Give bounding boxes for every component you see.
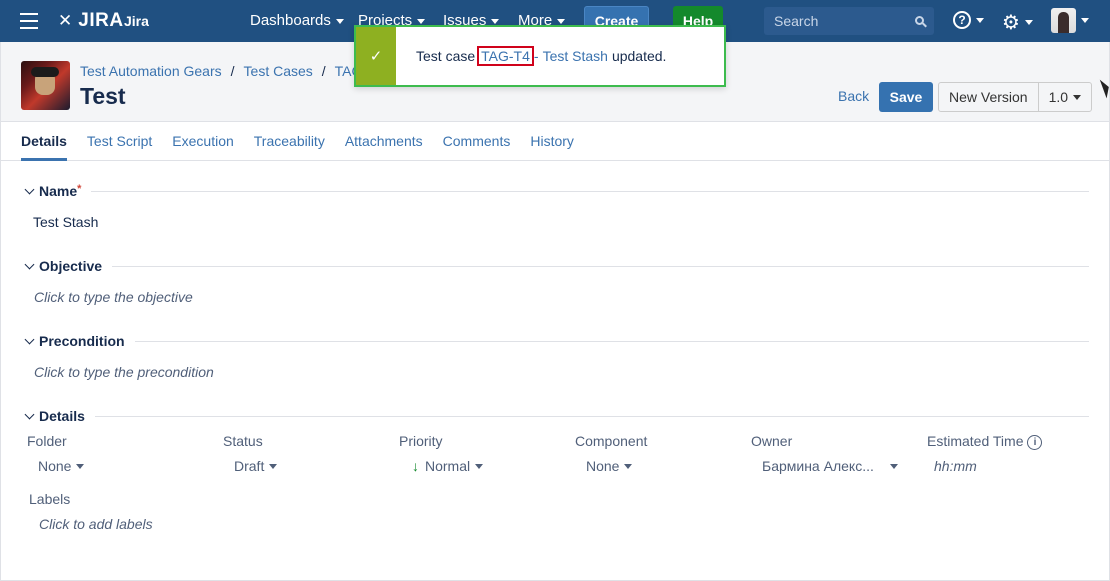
tab-traceability[interactable]: Traceability — [254, 122, 325, 161]
tab-test-script[interactable]: Test Script — [87, 122, 152, 161]
chevron-down-icon — [24, 409, 35, 419]
tab-attachments[interactable]: Attachments — [345, 122, 423, 161]
breadcrumb-project[interactable]: Test Automation Gears — [80, 63, 222, 79]
chevron-down-icon — [1081, 18, 1089, 23]
priority-dropdown[interactable]: ↓ Normal — [412, 458, 484, 474]
details-section-toggle[interactable]: Details — [24, 408, 1089, 424]
precondition-section-toggle[interactable]: Precondition — [24, 333, 1089, 349]
tab-comments[interactable]: Comments — [443, 122, 511, 161]
search-input[interactable]: Search — [764, 7, 934, 35]
tab-bar: Details Test Script Execution Traceabili… — [0, 122, 1110, 161]
success-flag: ✓ Test case TAG-T4 - Test Stash updated. — [354, 25, 726, 87]
status-label: Status — [223, 433, 263, 449]
breadcrumb-separator: / — [230, 63, 235, 79]
app-switcher-icon[interactable] — [20, 13, 38, 29]
search-icon — [915, 16, 924, 25]
chevron-down-icon — [24, 184, 35, 194]
chevron-down-icon — [76, 463, 85, 469]
labels-field[interactable]: Click to add labels — [39, 516, 153, 532]
user-profile-menu[interactable] — [1051, 8, 1089, 33]
help-icon: ? — [953, 11, 971, 29]
chevron-down-icon — [624, 463, 633, 469]
page-title: Test — [80, 83, 126, 109]
precondition-field[interactable]: Click to type the precondition — [34, 364, 214, 380]
objective-section-toggle[interactable]: Objective — [24, 258, 1089, 274]
chevron-down-icon — [24, 334, 35, 344]
jira-logo-icon: ✕ — [58, 11, 73, 30]
chevron-down-icon — [1024, 20, 1033, 25]
check-icon: ✓ — [356, 27, 396, 85]
flag-message: Test case TAG-T4 - Test Stash updated. — [416, 46, 667, 66]
details-section-title: Details — [39, 408, 85, 424]
version-dropdown[interactable]: 1.0 — [1039, 83, 1091, 111]
precondition-section-title: Precondition — [39, 333, 125, 349]
flag-test-name-link[interactable]: Test Stash — [543, 48, 608, 64]
priority-label: Priority — [399, 433, 443, 449]
required-marker: * — [77, 183, 82, 195]
name-section-toggle[interactable]: Name* — [24, 183, 1089, 199]
objective-section-title: Objective — [39, 258, 103, 274]
settings-menu[interactable]: ⚙ — [1002, 10, 1033, 35]
chevron-down-icon — [417, 18, 426, 24]
section-divider — [91, 190, 1089, 192]
chevron-down-icon — [475, 463, 484, 469]
avatar — [1051, 8, 1076, 33]
gear-icon: ⚙ — [1002, 12, 1020, 34]
help-menu[interactable]: ? — [953, 11, 984, 29]
jira-logo[interactable]: ✕ JIRA — [58, 10, 124, 32]
tab-execution[interactable]: Execution — [172, 122, 233, 161]
app-name: Jira — [124, 13, 149, 29]
breadcrumb-separator: / — [321, 63, 326, 79]
section-divider — [94, 415, 1089, 417]
chevron-down-icon — [491, 18, 500, 24]
estimated-time-label: Estimated Time i — [927, 433, 1043, 450]
breadcrumb-test-cases[interactable]: Test Cases — [244, 63, 313, 79]
chevron-down-icon — [335, 18, 344, 24]
owner-dropdown[interactable]: Бармина Алекс... — [762, 458, 898, 474]
arrow-down-icon: ↓ — [412, 458, 419, 474]
labels-label: Labels — [29, 491, 71, 507]
info-icon[interactable]: i — [1027, 434, 1043, 450]
name-section-title: Name* — [39, 183, 82, 199]
breadcrumb: Test Automation Gears / Test Cases / TAG… — [80, 63, 383, 79]
owner-label: Owner — [751, 433, 793, 449]
objective-field[interactable]: Click to type the objective — [34, 289, 193, 305]
status-dropdown[interactable]: Draft — [234, 458, 278, 474]
section-divider — [134, 340, 1089, 342]
project-avatar[interactable] — [21, 61, 70, 110]
component-dropdown[interactable]: None — [586, 458, 633, 474]
chevron-down-icon — [976, 17, 984, 23]
section-divider — [112, 265, 1089, 267]
version-button-group: New Version 1.0 — [938, 82, 1093, 112]
chevron-down-icon — [24, 259, 35, 269]
folder-label: Folder — [27, 433, 67, 449]
flag-separator: - — [533, 48, 539, 64]
tab-history[interactable]: History — [530, 122, 574, 161]
folder-dropdown[interactable]: None — [38, 458, 85, 474]
chevron-down-icon — [890, 463, 898, 469]
save-button[interactable]: Save — [879, 82, 933, 112]
search-placeholder: Search — [774, 13, 819, 29]
nav-dashboards[interactable]: Dashboards — [250, 12, 344, 29]
chevron-down-icon — [557, 18, 566, 24]
estimated-time-input[interactable]: hh:mm — [934, 458, 977, 474]
back-link[interactable]: Back — [838, 88, 869, 104]
component-label: Component — [575, 433, 648, 449]
new-version-button[interactable]: New Version — [939, 83, 1039, 111]
tab-details[interactable]: Details — [21, 122, 67, 161]
name-field[interactable]: Test Stash — [33, 214, 98, 230]
chevron-down-icon — [269, 463, 278, 469]
flag-test-key-link[interactable]: TAG-T4 — [477, 46, 534, 66]
chevron-down-icon — [1073, 94, 1082, 100]
